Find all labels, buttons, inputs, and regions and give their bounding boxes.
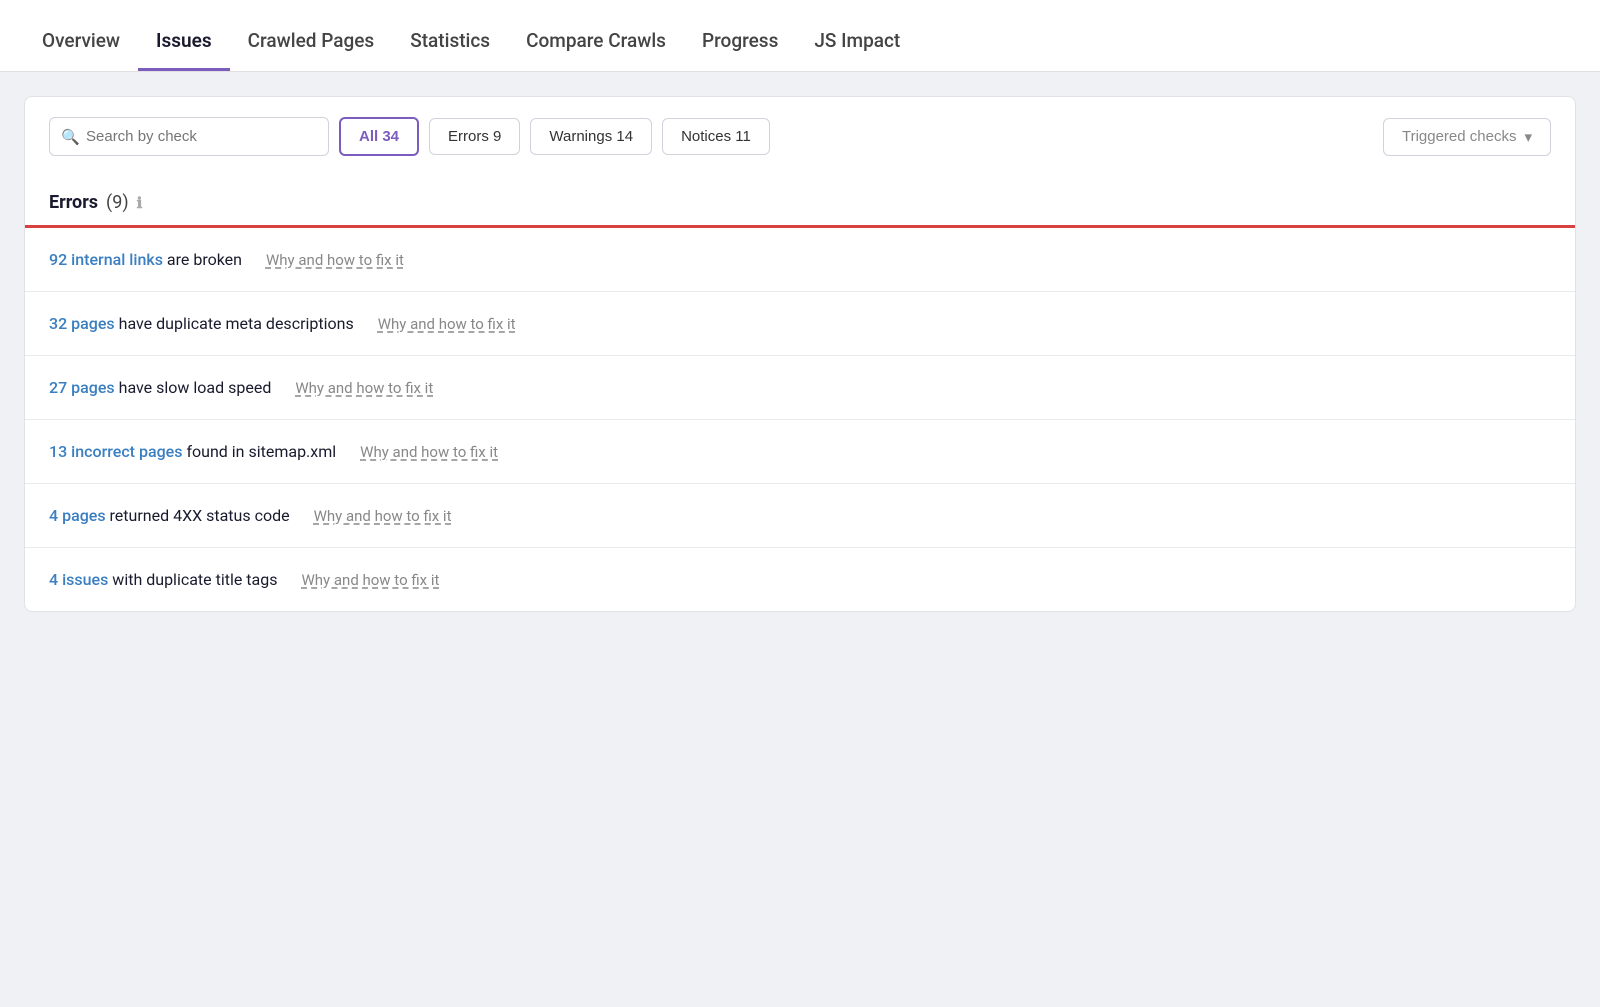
slow-load-text: have slow load speed (115, 378, 272, 397)
nav-item-crawled-pages[interactable]: Crawled Pages (230, 9, 393, 71)
nav-item-issues[interactable]: Issues (138, 9, 230, 71)
issue-row: 92 internal links are broken Why and how… (25, 228, 1575, 292)
filter-warnings-button[interactable]: Warnings 14 (530, 118, 652, 155)
slow-load-fix-link[interactable]: Why and how to fix it (295, 379, 433, 397)
issue-row: 32 pages have duplicate meta description… (25, 292, 1575, 356)
chevron-down-icon: ▾ (1524, 128, 1532, 146)
filter-errors-button[interactable]: Errors 9 (429, 118, 520, 155)
broken-links-fix-link[interactable]: Why and how to fix it (266, 251, 404, 269)
duplicate-meta-text: have duplicate meta descriptions (115, 314, 354, 333)
search-wrap: 🔍 (49, 117, 329, 156)
issues-card: 🔍 All 34 Errors 9 Warnings 14 Notices 11… (24, 96, 1576, 612)
4xx-text: returned 4XX status code (106, 506, 290, 525)
top-navigation: Overview Issues Crawled Pages Statistics… (0, 0, 1600, 72)
search-input[interactable] (49, 117, 329, 156)
sitemap-fix-link[interactable]: Why and how to fix it (360, 443, 498, 461)
triggered-checks-button[interactable]: Triggered checks ▾ (1383, 118, 1551, 156)
errors-count: (9) (106, 192, 129, 213)
errors-section-header: Errors (9) ℹ (25, 176, 1575, 225)
duplicate-titles-link[interactable]: 4 issues (49, 570, 108, 589)
issue-row: 13 incorrect pages found in sitemap.xml … (25, 420, 1575, 484)
duplicate-titles-fix-link[interactable]: Why and how to fix it (301, 571, 439, 589)
errors-heading: Errors (49, 192, 98, 213)
nav-item-overview[interactable]: Overview (24, 9, 138, 71)
filter-all-button[interactable]: All 34 (339, 117, 419, 156)
issue-row: 27 pages have slow load speed Why and ho… (25, 356, 1575, 420)
nav-item-compare-crawls[interactable]: Compare Crawls (508, 9, 684, 71)
duplicate-titles-text: with duplicate title tags (108, 570, 277, 589)
filter-notices-button[interactable]: Notices 11 (662, 118, 770, 155)
nav-item-progress[interactable]: Progress (684, 9, 796, 71)
info-icon[interactable]: ℹ (137, 194, 143, 212)
broken-links-text: are broken (163, 250, 242, 269)
duplicate-meta-fix-link[interactable]: Why and how to fix it (378, 315, 516, 333)
sitemap-text: found in sitemap.xml (182, 442, 336, 461)
duplicate-meta-link[interactable]: 32 pages (49, 314, 115, 333)
4xx-link[interactable]: 4 pages (49, 506, 106, 525)
issue-row: 4 pages returned 4XX status code Why and… (25, 484, 1575, 548)
4xx-fix-link[interactable]: Why and how to fix it (314, 507, 452, 525)
issue-row: 4 issues with duplicate title tags Why a… (25, 548, 1575, 611)
filter-bar: 🔍 All 34 Errors 9 Warnings 14 Notices 11… (25, 97, 1575, 176)
nav-item-js-impact[interactable]: JS Impact (796, 9, 918, 71)
search-icon: 🔍 (61, 128, 80, 146)
nav-item-statistics[interactable]: Statistics (392, 9, 508, 71)
sitemap-link[interactable]: 13 incorrect pages (49, 442, 182, 461)
slow-load-link[interactable]: 27 pages (49, 378, 115, 397)
broken-links-link[interactable]: 92 internal links (49, 250, 163, 269)
main-content: 🔍 All 34 Errors 9 Warnings 14 Notices 11… (0, 72, 1600, 636)
